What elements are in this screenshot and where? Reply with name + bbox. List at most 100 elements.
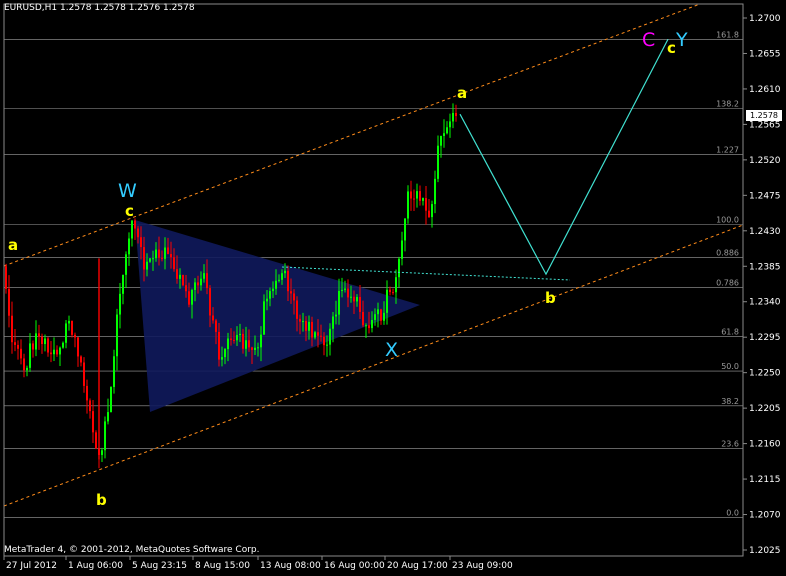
candle-body	[380, 309, 382, 321]
candle-body	[206, 273, 208, 289]
candle-body	[392, 292, 394, 294]
chart-window[interactable]: 161.8 138.2 1.227 100.0 0.886 0.786 61.8 50.0 38…	[0, 0, 786, 576]
candle-body	[386, 289, 388, 313]
candle-body	[395, 277, 397, 293]
y-tick-label: 1.2475	[749, 191, 781, 201]
candle-body	[203, 273, 205, 279]
y-tick-label: 1.2205	[749, 404, 781, 414]
y-tick-label: 1.2160	[749, 440, 781, 450]
candle-body	[236, 335, 238, 341]
candle-body	[311, 321, 313, 338]
symbol-info: EURUSD,H1 1.2578 1.2578 1.2576 1.2578	[4, 3, 195, 13]
candle-body	[299, 318, 301, 322]
candle-body	[14, 342, 16, 345]
candle-body	[440, 135, 442, 146]
candle-body	[140, 237, 142, 248]
fib-label: 100.0	[716, 215, 739, 224]
candle-body	[446, 127, 448, 134]
candle-body	[419, 191, 421, 201]
candle-body	[35, 333, 37, 350]
fibonacci-levels: 161.8 138.2 1.227 100.0 0.886 0.786 61.8 50.0 38…	[4, 30, 743, 518]
candle-body	[377, 309, 379, 315]
candle-body	[245, 340, 247, 349]
x-tick-label: 5 Aug 23:15	[132, 561, 187, 571]
candle-body	[113, 356, 115, 387]
ohlc-values: 1.2578 1.2578 1.2576 1.2578	[60, 3, 195, 13]
candle-body	[293, 293, 295, 301]
candle-body	[110, 386, 112, 413]
candle-body	[104, 421, 106, 451]
fib-label: 1.227	[716, 145, 739, 154]
wave-label: C	[642, 29, 655, 51]
fib-label: 0.0	[726, 509, 739, 518]
candle-body	[32, 343, 34, 350]
candle-body	[359, 296, 361, 312]
triangle-shape	[135, 220, 420, 412]
y-tick-label: 1.2295	[749, 333, 781, 343]
candle-body	[101, 450, 103, 455]
candle-body	[284, 270, 286, 274]
candle-body	[317, 332, 319, 336]
candle-body	[200, 278, 202, 286]
candle-body	[341, 289, 343, 291]
candle-body	[449, 121, 451, 128]
symbol-label: EURUSD,H1	[4, 3, 58, 13]
candle-body	[410, 191, 412, 199]
candle-body	[185, 285, 187, 292]
candle-body	[23, 358, 25, 371]
candle-body	[128, 238, 130, 255]
trend-channel	[3, 3, 744, 507]
candle-body	[224, 349, 226, 358]
y-tick-label: 1.2430	[749, 227, 781, 237]
candle-body	[266, 298, 268, 302]
y-tick-label: 1.2115	[749, 475, 781, 485]
candle-body	[164, 247, 166, 259]
y-tick-label: 1.2385	[749, 262, 781, 272]
candle-body	[92, 411, 94, 433]
candle-body	[44, 338, 46, 345]
candle-body	[254, 347, 256, 350]
candle-body	[74, 334, 76, 338]
fib-label: 50.0	[721, 362, 739, 371]
candle-body	[275, 280, 277, 289]
wave-label: Y	[675, 29, 688, 51]
candle-body	[182, 274, 184, 286]
candle-body	[152, 258, 154, 260]
candle-body	[89, 400, 91, 412]
candle-body	[383, 312, 385, 321]
candle-body	[401, 240, 403, 259]
y-tick-label: 1.2025	[749, 546, 781, 556]
candle-body	[443, 133, 445, 136]
wave-label: b	[545, 289, 556, 307]
candle-body	[50, 352, 52, 355]
candle-body	[62, 342, 64, 348]
copyright-text: MetaTrader 4, © 2001-2012, MetaQuotes So…	[4, 545, 260, 555]
candle-body	[8, 288, 10, 316]
candle-body	[194, 282, 196, 290]
price-chart[interactable]: 161.8 138.2 1.227 100.0 0.886 0.786 61.8 50.0 38…	[0, 0, 786, 576]
candle-body	[371, 319, 373, 329]
candle-body	[362, 311, 364, 326]
wave-label: c	[667, 39, 676, 57]
candle-body	[215, 320, 217, 332]
wave-label: W	[118, 180, 137, 202]
candle-body	[17, 344, 19, 349]
candle-body	[425, 198, 427, 211]
candle-body	[269, 291, 271, 299]
candle-body	[95, 432, 97, 449]
candle-body	[365, 325, 367, 327]
candle-body	[59, 347, 61, 355]
fib-label: 0.886	[716, 249, 739, 258]
candle-body	[416, 191, 418, 199]
candle-body	[314, 332, 316, 338]
wave-labels: abWcXabC c Y	[8, 29, 688, 509]
candle-body	[428, 210, 430, 218]
plot-frame	[3, 3, 744, 557]
candle-body	[347, 288, 349, 298]
x-tick-label: 27 Jul 2012	[6, 561, 57, 571]
candle-body	[296, 300, 298, 319]
candle-body	[170, 254, 172, 258]
x-tick-label: 13 Aug 08:00	[260, 561, 321, 571]
fib-label: 161.8	[716, 30, 739, 39]
candle-body	[11, 315, 13, 343]
